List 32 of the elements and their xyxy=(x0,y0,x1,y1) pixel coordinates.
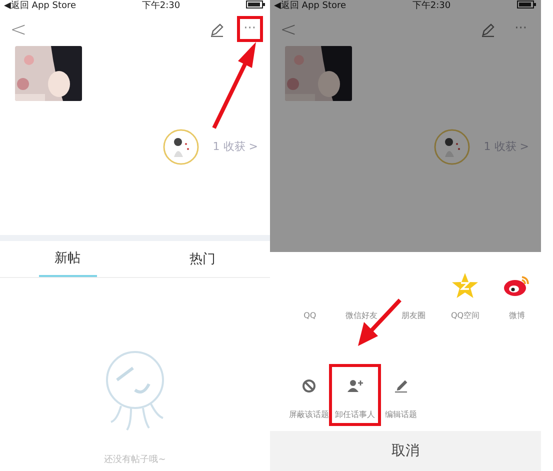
weibo-icon xyxy=(503,273,532,297)
tab[interactable]: 新帖 xyxy=(38,241,96,276)
empty-message: 还没有帖子哦~ xyxy=(104,454,166,466)
action-label: 屏蔽该话题 xyxy=(289,409,329,421)
harvest-link[interactable]: 1 收获 > xyxy=(212,138,258,156)
block-icon xyxy=(302,379,316,393)
pencil-icon xyxy=(480,22,495,37)
battery-icon xyxy=(246,0,266,9)
action-label: 卸任话事人 xyxy=(335,409,375,421)
edit-icon xyxy=(394,379,408,393)
share-target[interactable]: 微博 xyxy=(509,310,526,322)
back-button[interactable]: < xyxy=(280,14,297,44)
status-time: 下午2:30 xyxy=(142,0,180,12)
tab[interactable]: 热门 xyxy=(174,241,232,276)
status-back-text[interactable]: ◀返回 App Store xyxy=(4,0,76,12)
more-button[interactable]: ··· xyxy=(240,19,260,39)
add-person-icon xyxy=(347,379,363,393)
back-button[interactable]: < xyxy=(10,14,27,44)
share-target[interactable]: QQ xyxy=(304,310,316,322)
share-target[interactable]: 朋友圈 xyxy=(401,310,426,322)
share-target[interactable]: 微信好友 xyxy=(346,310,378,322)
status-back-text[interactable]: ◀返回 App Store xyxy=(274,0,346,12)
battery-icon xyxy=(516,0,537,9)
star-icon xyxy=(451,272,480,298)
avatar-icon xyxy=(434,129,470,165)
status-time: 下午2:30 xyxy=(412,0,451,12)
share-target[interactable]: QQ空间 xyxy=(450,310,480,322)
action-label: 编辑话题 xyxy=(385,409,417,421)
more-button[interactable]: ··· xyxy=(510,19,531,39)
pencil-icon xyxy=(210,22,224,37)
cancel-button[interactable]: 取消 xyxy=(270,431,541,471)
avatar-icon xyxy=(162,129,199,165)
